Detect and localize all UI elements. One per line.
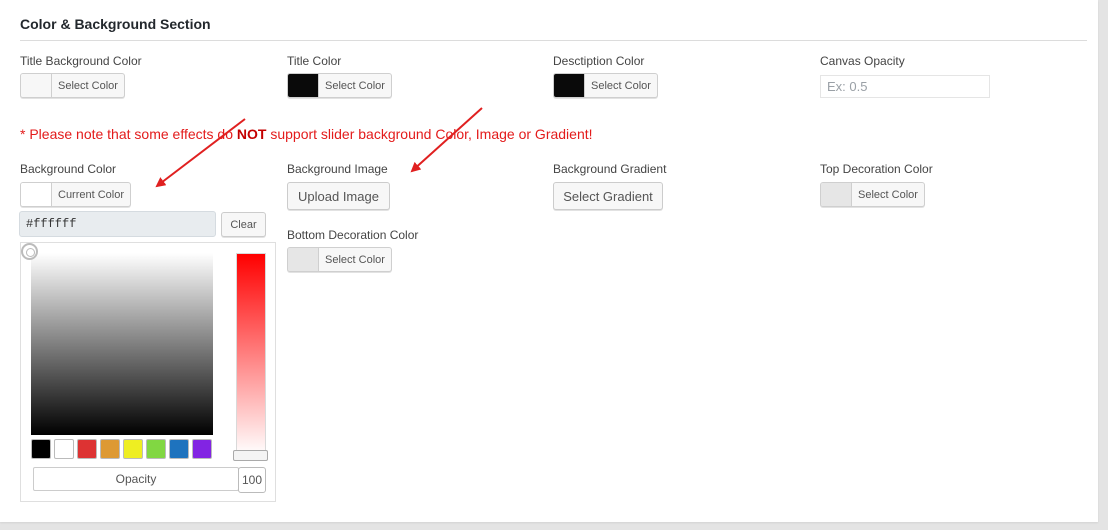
opacity-value[interactable]: 100 bbox=[238, 467, 266, 493]
section-divider bbox=[20, 40, 1087, 41]
title-background-color-label: Title Background Color bbox=[20, 54, 142, 68]
select-gradient-button[interactable]: Select Gradient bbox=[553, 182, 663, 210]
description-color-swatch bbox=[554, 74, 585, 97]
description-color-label: Desctiption Color bbox=[553, 54, 645, 68]
notice-text-after: support slider background Color, Image o… bbox=[266, 126, 593, 142]
bottom-decoration-color-button[interactable]: Select Color bbox=[287, 247, 392, 272]
palette-black[interactable] bbox=[31, 439, 51, 459]
top-decoration-color-label: Top Decoration Color bbox=[820, 162, 933, 176]
bottom-decoration-color-button-label: Select Color bbox=[325, 253, 385, 266]
title-background-color-swatch bbox=[21, 74, 52, 97]
saturation-area[interactable] bbox=[31, 253, 213, 435]
title-background-color-button[interactable]: Select Color bbox=[20, 73, 125, 98]
title-color-button-label: Select Color bbox=[325, 79, 385, 92]
palette-orange[interactable] bbox=[100, 439, 120, 459]
saturation-handle[interactable] bbox=[21, 243, 38, 260]
palette-blue[interactable] bbox=[169, 439, 189, 459]
description-color-button[interactable]: Select Color bbox=[553, 73, 658, 98]
bottom-decoration-color-swatch bbox=[288, 248, 319, 271]
hue-slider[interactable] bbox=[236, 253, 266, 456]
palette-white[interactable] bbox=[54, 439, 74, 459]
background-color-swatch bbox=[21, 183, 52, 206]
top-decoration-color-swatch bbox=[821, 183, 852, 206]
palette-purple[interactable] bbox=[192, 439, 212, 459]
top-decoration-color-button-label: Select Color bbox=[858, 188, 918, 201]
canvas-opacity-label: Canvas Opacity bbox=[820, 54, 905, 68]
title-color-label: Title Color bbox=[287, 54, 342, 68]
palette-red[interactable] bbox=[77, 439, 97, 459]
upload-image-button[interactable]: Upload Image bbox=[287, 182, 390, 210]
notice-emphasis: NOT bbox=[236, 126, 267, 142]
palette-green[interactable] bbox=[146, 439, 166, 459]
top-decoration-color-button[interactable]: Select Color bbox=[820, 182, 925, 207]
title-color-button[interactable]: Select Color bbox=[287, 73, 392, 98]
background-color-button-label: Current Color bbox=[58, 188, 125, 201]
color-palette bbox=[31, 439, 212, 459]
background-color-label: Background Color bbox=[20, 162, 117, 176]
opacity-slider[interactable]: Opacity bbox=[33, 467, 239, 491]
color-picker: Opacity 100 bbox=[20, 242, 276, 502]
color-background-panel: Color & Background Section Title Backgro… bbox=[0, 0, 1098, 522]
bottom-decoration-color-label: Bottom Decoration Color bbox=[287, 228, 419, 242]
effects-notice: * Please note that some effects do NOT s… bbox=[20, 126, 593, 142]
title-background-color-button-label: Select Color bbox=[58, 79, 118, 92]
hex-color-input[interactable] bbox=[19, 211, 216, 237]
title-color-swatch bbox=[288, 74, 319, 97]
background-color-current-button[interactable]: Current Color bbox=[20, 182, 132, 207]
palette-yellow[interactable] bbox=[123, 439, 143, 459]
clear-color-button[interactable]: Clear bbox=[221, 212, 266, 237]
canvas-opacity-input[interactable] bbox=[820, 75, 990, 98]
background-gradient-label: Background Gradient bbox=[553, 162, 667, 176]
description-color-button-label: Select Color bbox=[591, 79, 651, 92]
section-title: Color & Background Section bbox=[20, 16, 211, 32]
hue-slider-handle[interactable] bbox=[233, 450, 268, 461]
background-image-label: Background Image bbox=[287, 162, 388, 176]
notice-text-before: * Please note that some effects do bbox=[20, 126, 237, 142]
